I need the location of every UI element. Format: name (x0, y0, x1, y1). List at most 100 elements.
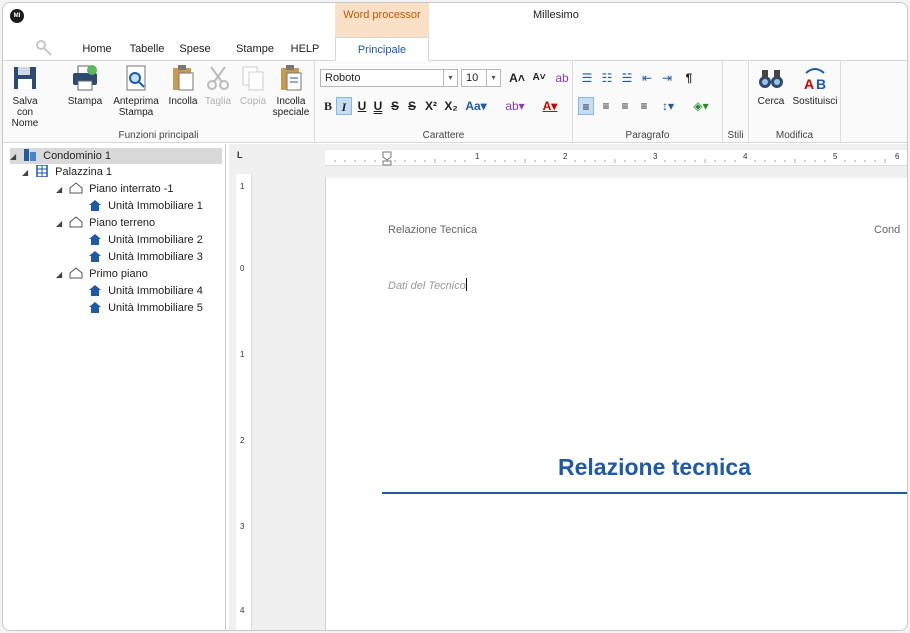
document-title[interactable]: Relazione tecnica (558, 454, 751, 481)
home-icon (89, 251, 101, 262)
copy-button[interactable]: Copia (237, 63, 269, 125)
key-icon[interactable] (29, 39, 59, 59)
ruler-number: 1 (475, 152, 480, 161)
floor-icon (69, 216, 83, 228)
align-right-icon[interactable]: ≡ (617, 97, 633, 115)
highlight-icon[interactable]: ab▾ (501, 97, 529, 115)
print-button[interactable]: Stampa (65, 63, 105, 125)
bullet-list-icon[interactable]: ☰ (579, 69, 595, 87)
tab-spese[interactable]: Spese (175, 37, 215, 61)
dati-tecnico-field[interactable]: Dati del Tecnico (388, 278, 467, 292)
ruler-number: 0 (240, 264, 245, 273)
document-editor: L 1 2 3 4 5 6 1 0 1 2 3 4 Relazione Tecn… (229, 144, 907, 630)
font-color-icon[interactable]: A▾ (537, 97, 563, 115)
double-underline-icon[interactable]: U (371, 97, 385, 115)
app-logo[interactable]: MI (10, 9, 24, 23)
paste-button[interactable]: Incolla (165, 63, 201, 125)
text-caret (465, 278, 467, 291)
underline-icon[interactable]: U (355, 97, 369, 115)
decrease-indent-icon[interactable]: ⇤ (639, 69, 655, 87)
title-bar: MI Word processor Millesimo (3, 3, 907, 37)
tab-tabelle[interactable]: Tabelle (125, 37, 169, 61)
expander-icon[interactable]: ◢ (56, 182, 66, 198)
svg-text:B: B (816, 76, 826, 92)
cut-button[interactable]: Taglia (201, 63, 235, 125)
multilevel-list-icon[interactable]: ☱ (619, 69, 635, 87)
ruler-number: 6 (895, 152, 900, 161)
replace-button[interactable]: AB Sostituisci (791, 63, 839, 125)
replace-icon: AB (804, 68, 826, 92)
bold-icon[interactable]: B (321, 97, 335, 115)
change-case-icon[interactable]: Aa▾ (463, 97, 489, 115)
tree-item-unita-5[interactable]: Unità Immobiliare 5 (88, 300, 203, 316)
tree-item-palazzina[interactable]: ◢ Palazzina 1 (22, 164, 112, 180)
app-window: MI Word processor Millesimo Home Tabelle… (2, 2, 908, 631)
increase-indent-icon[interactable]: ⇥ (659, 69, 675, 87)
tree-item-piano-terreno[interactable]: ◢ Piano terreno (56, 215, 155, 231)
font-size-select[interactable]: 10 ▾ (461, 69, 501, 87)
save-as-button[interactable]: Salva con Nome (7, 63, 43, 129)
tree-item-unita-1[interactable]: Unità Immobiliare 1 (88, 198, 203, 214)
align-center-icon[interactable]: ≡ (598, 97, 614, 115)
document-page[interactable]: Relazione Tecnica Cond Dati del Tecnico … (325, 178, 907, 630)
font-family-select[interactable]: Roboto ▾ (320, 69, 458, 87)
binoculars-icon (759, 70, 783, 88)
shrink-font-icon[interactable]: A˅ (529, 69, 549, 87)
expander-icon[interactable]: ◢ (56, 216, 66, 232)
superscript-icon[interactable]: X² (423, 97, 439, 115)
group-label-carattere: Carattere (422, 130, 465, 141)
align-left-icon[interactable]: ≡ (578, 97, 594, 115)
tree-item-unita-2[interactable]: Unità Immobiliare 2 (88, 232, 203, 248)
tab-stop-selector[interactable]: L (237, 150, 249, 162)
window-title: Millesimo (533, 9, 579, 21)
tab-help[interactable]: HELP (285, 37, 325, 61)
line-spacing-icon[interactable]: ↕▾ (655, 97, 681, 115)
group-funzioni-principali: Salva con Nome Stampa Anteprima Stampa I… (3, 61, 315, 143)
justify-icon[interactable]: ≡ (636, 97, 652, 115)
tab-home[interactable]: Home (77, 37, 117, 61)
shading-icon[interactable]: ◈▾ (687, 97, 715, 115)
expander-icon[interactable]: ◢ (22, 165, 32, 181)
vertical-ruler[interactable]: 1 0 1 2 3 4 (236, 174, 252, 630)
strikethrough-icon[interactable]: S (388, 97, 402, 115)
group-label-stili: Stili (727, 130, 744, 141)
paste-special-button[interactable]: Incolla speciale (271, 63, 311, 125)
context-tab-header: Word processor (335, 3, 429, 37)
cut-icon (207, 66, 229, 90)
subscript-icon[interactable]: X₂ (443, 97, 459, 115)
home-icon (89, 302, 101, 313)
floor-icon (69, 267, 83, 279)
print-preview-button[interactable]: Anteprima Stampa (111, 63, 161, 125)
group-modifica: Cerca AB Sostituisci Modifica (749, 61, 841, 143)
tree-item-primo-piano[interactable]: ◢ Primo piano (56, 266, 148, 282)
tree-item-unita-4[interactable]: Unità Immobiliare 4 (88, 283, 203, 299)
svg-text:A: A (804, 76, 814, 92)
tree-item-unita-3[interactable]: Unità Immobiliare 3 (88, 249, 203, 265)
palazzina-icon (36, 165, 48, 177)
tab-principale[interactable]: Principale (335, 37, 429, 61)
find-button[interactable]: Cerca (753, 63, 789, 125)
expander-icon[interactable]: ◢ (56, 267, 66, 283)
print-icon (73, 65, 97, 91)
clear-format-icon[interactable]: ab (553, 69, 571, 87)
double-strikethrough-icon[interactable]: S (405, 97, 419, 115)
horizontal-ruler[interactable]: 1 2 3 4 5 6 (325, 150, 907, 166)
home-icon (89, 200, 101, 211)
ruler-number: 1 (240, 350, 245, 359)
home-icon (89, 285, 101, 296)
expander-icon[interactable]: ◢ (10, 149, 20, 165)
pilcrow-icon[interactable]: ¶ (681, 69, 697, 87)
ruler-number: 3 (653, 152, 658, 161)
tree-item-piano-interrato[interactable]: ◢ Piano interrato -1 (56, 181, 174, 197)
numbered-list-icon[interactable]: ☷ (599, 69, 615, 87)
tree-item-condominio[interactable]: ◢ Condominio 1 (10, 148, 222, 164)
tab-stampe[interactable]: Stampe (231, 37, 279, 61)
grow-font-icon[interactable]: A˄ (507, 69, 527, 87)
page-header-left[interactable]: Relazione Tecnica (388, 224, 477, 236)
page-header-right[interactable]: Cond (874, 224, 900, 236)
chevron-down-icon[interactable]: ▾ (443, 70, 457, 86)
floor-icon (69, 182, 83, 194)
chevron-down-icon[interactable]: ▾ (486, 70, 500, 86)
home-icon (89, 234, 101, 245)
italic-icon[interactable]: I (336, 97, 352, 115)
